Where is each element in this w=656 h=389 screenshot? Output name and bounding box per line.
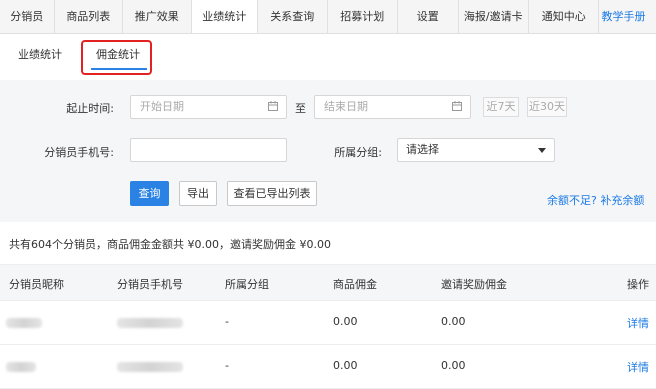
product-commission-cell: 0.00 [333,359,358,372]
last-7-days-button[interactable]: 近7天 [483,97,519,117]
redacted-nickname [6,362,36,372]
start-date-placeholder: 开始日期 [140,100,184,113]
col-phone: 分销员手机号 [117,278,183,291]
tab-performance-stats[interactable]: 业绩统计 [191,0,259,33]
invite-commission-cell: 0.00 [441,315,466,328]
tutorial-link[interactable]: 教学手册 [599,0,656,33]
tab-relationship-query[interactable]: 关系查询 [258,0,328,33]
col-action: 操作 [627,278,649,291]
calendar-icon [452,101,462,111]
query-button[interactable]: 查询 [130,181,169,206]
last-30-days-button[interactable]: 近30天 [527,97,567,117]
col-invite-commission: 邀请奖励佣金 [441,278,507,291]
view-exports-button[interactable]: 查看已导出列表 [227,181,317,206]
highlight-box [81,40,152,75]
subtab-performance[interactable]: 业绩统计 [18,46,62,62]
time-range-label: 起止时间: [66,102,114,115]
phone-label: 分销员手机号: [44,146,114,159]
group-select[interactable]: 请选择 [397,138,555,162]
group-cell: - [225,315,229,328]
tab-product-list[interactable]: 商品列表 [55,0,124,33]
start-date-input[interactable]: 开始日期 [130,95,287,119]
phone-input[interactable] [130,138,287,162]
product-commission-cell: 0.00 [333,315,358,328]
tab-settings[interactable]: 设置 [398,0,459,33]
table-header: 分销员昵称 分销员手机号 所属分组 商品佣金 邀请奖励佣金 操作 [0,264,656,301]
redacted-nickname [6,318,42,328]
detail-link[interactable]: 详情 [627,359,649,375]
group-select-value: 请选择 [406,143,439,156]
tab-notification-center[interactable]: 通知中心 [529,0,600,33]
table-row: - 0.00 0.00 详情 [0,344,656,389]
redacted-phone [117,362,183,372]
end-date-input[interactable]: 结束日期 [314,95,471,119]
to-label: 至 [295,102,306,115]
export-button[interactable]: 导出 [179,181,217,206]
detail-link[interactable]: 详情 [627,315,649,331]
redacted-phone [117,318,183,328]
invite-commission-cell: 0.00 [441,359,466,372]
col-group: 所属分组 [225,278,269,291]
table-row: - 0.00 0.00 详情 [0,300,656,345]
group-cell: - [225,359,229,372]
col-nickname: 分销员昵称 [9,278,64,291]
top-nav: 分销员 商品列表 推广效果 业绩统计 关系查询 招募计划 设置 海报/邀请卡 通… [0,0,656,34]
calendar-icon [268,101,278,111]
tab-distributors[interactable]: 分销员 [0,0,55,33]
col-product-commission: 商品佣金 [333,278,377,291]
caret-down-icon [538,148,546,153]
summary-text: 共有604个分销员，商品佣金金额共 ¥0.00，邀请奖励佣金 ¥0.00 [9,238,331,251]
tab-recruitment-plan[interactable]: 招募计划 [328,0,398,33]
tab-poster-invitation[interactable]: 海报/邀请卡 [459,0,529,33]
end-date-placeholder: 结束日期 [324,100,368,113]
tab-promotion-effect[interactable]: 推广效果 [123,0,192,33]
group-label: 所属分组: [334,146,382,159]
top-up-balance-link[interactable]: 余额不足? 补充余额 [547,192,644,208]
